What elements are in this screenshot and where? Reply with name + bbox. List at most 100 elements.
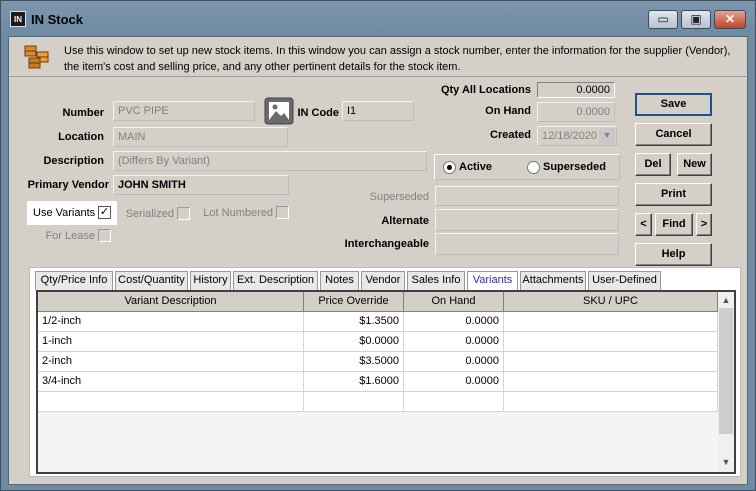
lot-numbered-label: Lot Numbered (203, 207, 273, 219)
minimize-button[interactable]: ▭ (648, 10, 678, 29)
superseded-radio-label: Superseded (543, 161, 606, 173)
column-header-price-override[interactable]: Price Override (304, 292, 404, 312)
next-button[interactable]: > (696, 213, 712, 236)
cell-variant-description[interactable]: 2-inch (38, 352, 304, 372)
client-area: Use this window to set up new stock item… (8, 36, 748, 485)
vertical-scrollbar[interactable]: ▲ ▼ (718, 292, 734, 472)
cell-sku-upc[interactable] (504, 352, 718, 372)
cell-sku-upc[interactable] (504, 332, 718, 352)
interchangeable-field[interactable] (435, 233, 619, 255)
chevron-down-icon[interactable]: ▼ (599, 128, 615, 144)
cell-variant-description[interactable]: 3/4-inch (38, 372, 304, 392)
picture-icon[interactable] (264, 97, 294, 125)
title-bar[interactable]: IN IN Stock ▭ ▣ ✕ (1, 1, 755, 35)
previous-button[interactable]: < (635, 213, 652, 236)
tab-vendor[interactable]: Vendor (361, 271, 405, 290)
number-field[interactable]: PVC PIPE (113, 101, 255, 121)
tab-user-defined[interactable]: User-Defined (588, 271, 661, 290)
tab-ext-description[interactable]: Ext. Description (233, 271, 318, 290)
print-button[interactable]: Print (635, 183, 712, 206)
scroll-thumb[interactable] (719, 308, 733, 434)
location-field[interactable]: MAIN (113, 127, 288, 147)
delete-button[interactable]: Del (635, 153, 671, 176)
in-code-field[interactable]: I1 (342, 101, 414, 121)
column-header-sku-upc[interactable]: SKU / UPC (504, 292, 718, 312)
tab-attachments[interactable]: Attachments (520, 271, 586, 290)
cell-price-override[interactable]: $1.3500 (304, 312, 404, 332)
tab-notes[interactable]: Notes (320, 271, 359, 290)
created-label: Created (490, 129, 531, 141)
status-group: Active Superseded (434, 154, 620, 180)
created-date-value: 12/18/2020 (542, 130, 598, 142)
interchangeable-label: Interchangeable (344, 238, 429, 250)
primary-vendor-field[interactable]: JOHN SMITH (113, 175, 289, 195)
column-header-on-hand[interactable]: On Hand (404, 292, 504, 312)
cell-sku-upc[interactable] (504, 372, 718, 392)
on-hand-label: On Hand (485, 105, 531, 117)
cell-variant-description[interactable]: 1-inch (38, 332, 304, 352)
location-label: Location (58, 131, 104, 143)
cell-price-override[interactable]: $3.5000 (304, 352, 404, 372)
close-button[interactable]: ✕ (714, 10, 746, 29)
in-code-label: IN Code (297, 107, 339, 119)
info-text: Use this window to set up new stock item… (64, 45, 731, 73)
cell-price-override[interactable]: $1.6000 (304, 372, 404, 392)
cell-on-hand[interactable] (404, 392, 504, 412)
use-variants-checkbox[interactable]: ✓ (98, 206, 111, 219)
serialized-checkbox[interactable] (177, 207, 190, 220)
alternate-label: Alternate (381, 215, 429, 227)
boxes-icon (24, 45, 49, 69)
active-radio[interactable] (443, 161, 456, 174)
superseded-label: Superseded (369, 191, 429, 203)
tab-variants[interactable]: Variants (467, 271, 518, 291)
qty-all-locations-label: Qty All Locations (440, 84, 531, 96)
cell-on-hand[interactable]: 0.0000 (404, 352, 504, 372)
cell-price-override[interactable] (304, 392, 404, 412)
tab-qty-price-info[interactable]: Qty/Price Info (35, 271, 113, 290)
serialized-label: Serialized (125, 208, 174, 220)
cell-variant-description[interactable] (38, 392, 304, 412)
scroll-down-icon[interactable]: ▼ (718, 454, 734, 470)
new-button[interactable]: New (677, 153, 712, 176)
maximize-button[interactable]: ▣ (681, 10, 711, 29)
cell-variant-description[interactable]: 1/2-inch (38, 312, 304, 332)
alternate-field[interactable] (435, 209, 619, 231)
for-lease-checkbox[interactable] (98, 229, 111, 242)
variants-grid-body: Variant Description Price Override On Ha… (38, 292, 718, 472)
cell-sku-upc[interactable] (504, 392, 718, 412)
cell-sku-upc[interactable] (504, 312, 718, 332)
tab-sales-info[interactable]: Sales Info (407, 271, 465, 290)
tab-history[interactable]: History (190, 271, 231, 290)
number-label: Number (62, 107, 104, 119)
variants-grid: Variant Description Price Override On Ha… (36, 290, 736, 474)
created-date-field[interactable]: 12/18/2020 ▼ (537, 126, 617, 146)
info-banner: Use this window to set up new stock item… (9, 37, 747, 77)
grid-empty-area (38, 412, 718, 472)
tabs-panel: Qty/Price Info Cost/Quantity History Ext… (29, 267, 741, 477)
active-label: Active (459, 161, 493, 173)
superseded-field[interactable] (435, 186, 619, 206)
qty-all-locations-field: 0.0000 (537, 82, 615, 98)
save-button[interactable]: Save (635, 93, 712, 116)
lot-numbered-checkbox[interactable] (276, 206, 289, 219)
column-header-variant-description[interactable]: Variant Description (38, 292, 304, 312)
cancel-button[interactable]: Cancel (635, 123, 712, 146)
primary-vendor-label: Primary Vendor (27, 179, 109, 191)
description-label: Description (43, 155, 104, 167)
superseded-radio[interactable] (527, 161, 540, 174)
use-variants-option[interactable]: Use Variants ✓ (27, 201, 117, 225)
help-button[interactable]: Help (635, 243, 712, 266)
scroll-up-icon[interactable]: ▲ (718, 292, 734, 308)
for-lease-label: For Lease (45, 230, 95, 242)
app-icon: IN (10, 11, 26, 27)
cell-on-hand[interactable]: 0.0000 (404, 372, 504, 392)
description-field[interactable]: (Differs By Variant) (113, 151, 427, 171)
in-stock-window: IN IN Stock ▭ ▣ ✕ Use this window to set… (0, 0, 756, 491)
cell-on-hand[interactable]: 0.0000 (404, 332, 504, 352)
use-variants-label: Use Variants (33, 207, 96, 219)
cell-price-override[interactable]: $0.0000 (304, 332, 404, 352)
cell-on-hand[interactable]: 0.0000 (404, 312, 504, 332)
tab-cost-quantity[interactable]: Cost/Quantity (115, 271, 188, 290)
find-button[interactable]: Find (655, 213, 693, 236)
on-hand-field: 0.0000 (537, 102, 615, 122)
